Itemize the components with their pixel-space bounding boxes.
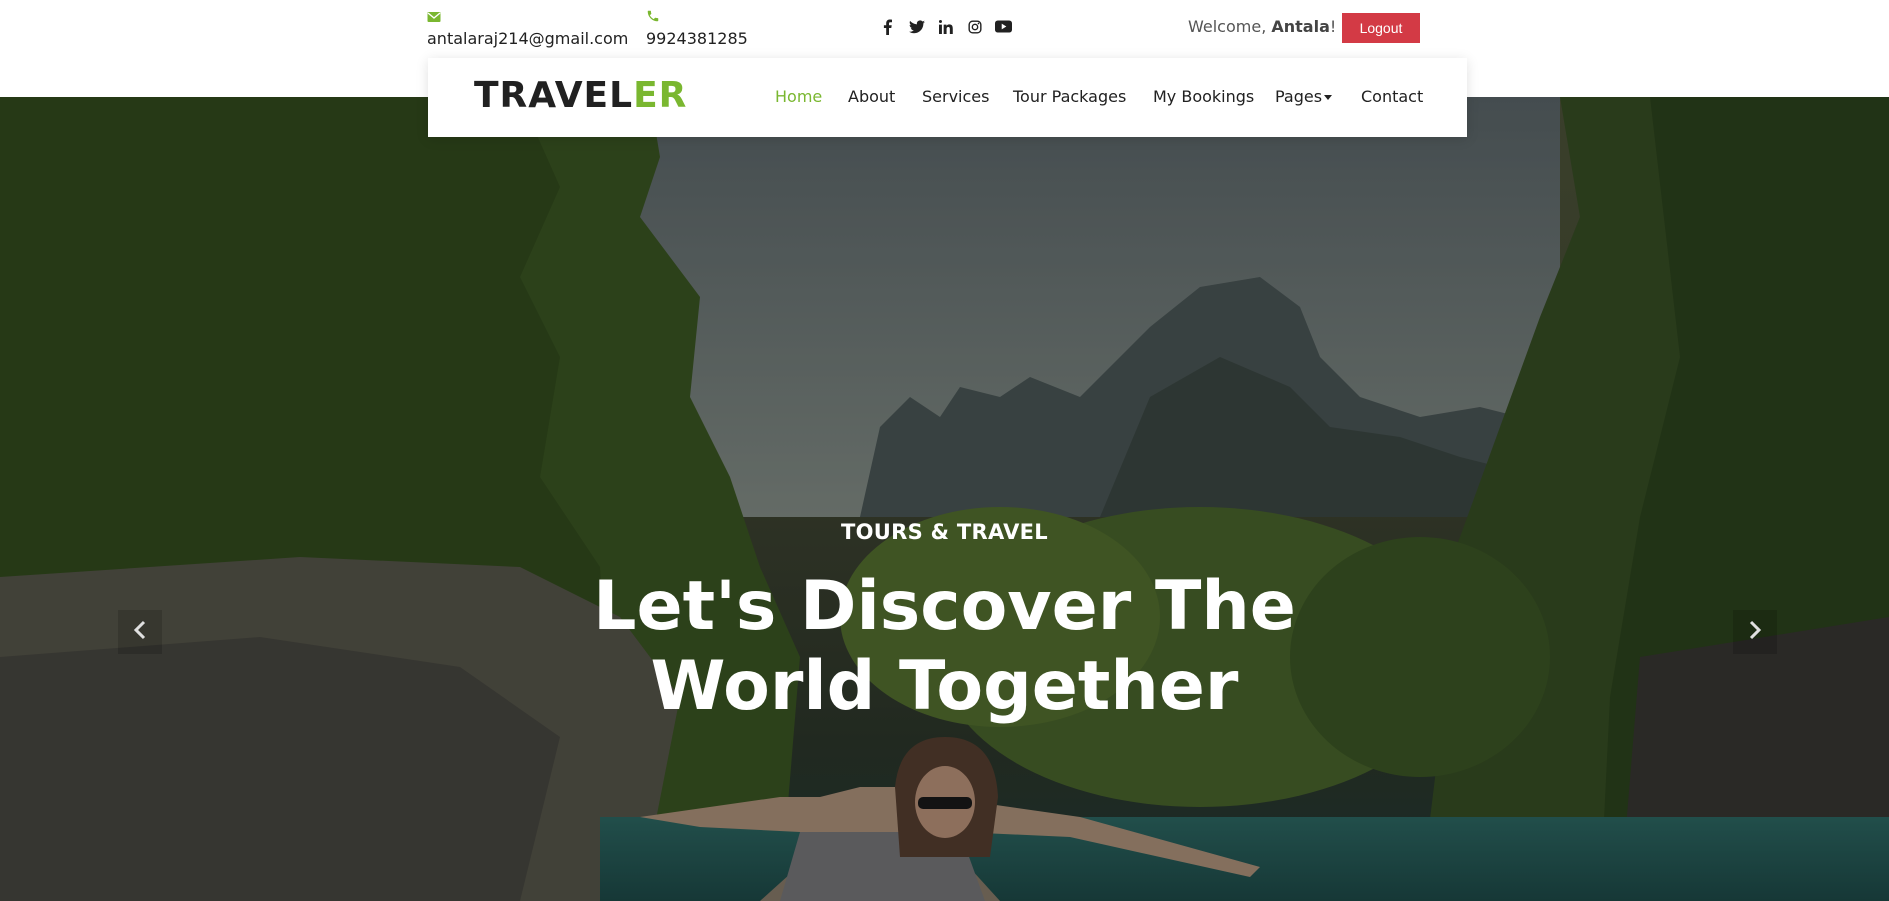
social-links — [878, 17, 1013, 36]
hero-title-line-1: Let's Discover The — [593, 567, 1296, 646]
hero-title: Let's Discover The World Together — [0, 567, 1889, 727]
twitter-icon[interactable] — [907, 17, 926, 36]
nav-item-my-bookings[interactable]: My Bookings — [1153, 86, 1254, 108]
logout-button[interactable]: Logout — [1342, 13, 1420, 43]
contact-email[interactable]: antalaraj214@gmail.com — [427, 8, 628, 48]
nav-item-about[interactable]: About — [848, 86, 895, 108]
site-logo[interactable]: TRAVELER — [474, 74, 687, 118]
nav-item-tour-packages[interactable]: Tour Packages — [1013, 86, 1126, 108]
facebook-icon[interactable] — [878, 17, 897, 36]
main-navbar: TRAVELER Home About Services Tour Packag… — [428, 58, 1467, 137]
nav-item-home[interactable]: Home — [775, 86, 822, 108]
welcome-suffix: ! — [1329, 17, 1337, 36]
hero-kicker: TOURS & TRAVEL — [841, 520, 1048, 544]
phone-text: 9924381285 — [646, 29, 748, 48]
instagram-icon[interactable] — [965, 17, 984, 36]
chevron-right-icon — [1748, 620, 1762, 644]
nav-item-services[interactable]: Services — [922, 86, 989, 108]
caret-down-icon — [1324, 95, 1333, 100]
phone-icon — [646, 8, 748, 26]
logo-main: TRAVEL — [474, 75, 634, 116]
youtube-icon[interactable] — [994, 17, 1013, 36]
contact-phone[interactable]: 9924381285 — [646, 8, 748, 48]
username: Antala — [1271, 17, 1330, 36]
email-text: antalaraj214@gmail.com — [427, 29, 629, 48]
linkedin-icon[interactable] — [936, 17, 955, 36]
nav-item-pages-label: Pages — [1275, 87, 1323, 106]
hero-title-line-2: World Together — [650, 647, 1239, 726]
hero-carousel: TOURS & TRAVEL Let's Discover The World … — [0, 97, 1889, 901]
chevron-left-icon — [133, 620, 147, 644]
envelope-icon — [427, 8, 628, 26]
welcome-prefix: Welcome, — [1188, 17, 1267, 36]
welcome-message: Welcome, Antala! — [1188, 17, 1336, 37]
hero-overlay — [0, 97, 1889, 901]
carousel-next-button[interactable] — [1733, 610, 1777, 654]
nav-item-pages[interactable]: Pages — [1275, 86, 1333, 108]
carousel-prev-button[interactable] — [118, 610, 162, 654]
nav-item-contact[interactable]: Contact — [1361, 86, 1423, 108]
logo-accent: ER — [633, 75, 688, 116]
